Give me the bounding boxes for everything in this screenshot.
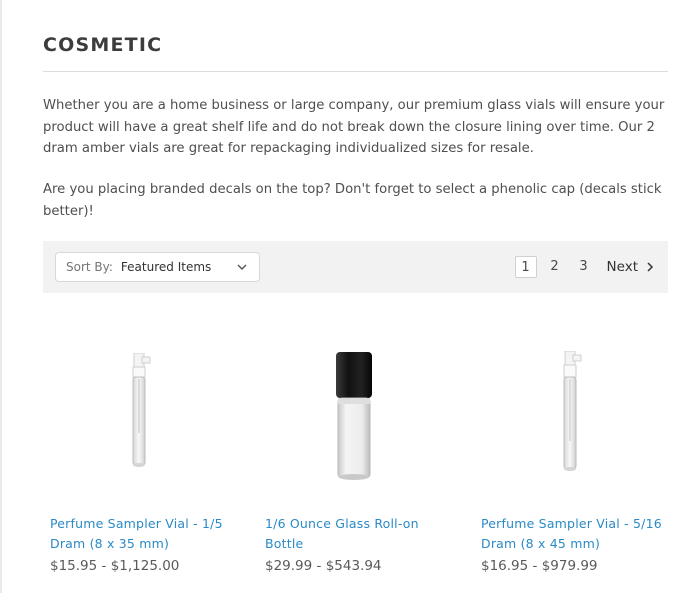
product-image-link[interactable]	[50, 345, 240, 490]
product-price: $16.95 - $979.99	[481, 558, 598, 574]
chevron-right-icon	[647, 262, 654, 272]
roll-on-bottle-image	[336, 352, 372, 480]
page-link-1[interactable]: 1	[514, 256, 537, 278]
next-page-link[interactable]: Next	[607, 259, 656, 275]
product-name-link[interactable]: Perfume Sampler Vial - 5/16 Dram (8 x 45…	[481, 514, 671, 553]
product-image-link[interactable]	[481, 345, 671, 490]
chevron-down-icon	[237, 264, 247, 270]
product-price: $15.95 - $1,125.00	[50, 558, 180, 574]
category-description: Whether you are a home business or large…	[43, 98, 665, 156]
page-link-2[interactable]: 2	[544, 256, 566, 278]
pagination: 1 2 3 Next	[508, 256, 656, 278]
page-link-3[interactable]: 3	[573, 256, 595, 278]
page-title: COSMETIC	[43, 34, 163, 56]
next-label: Next	[606, 259, 638, 275]
sort-select[interactable]: Sort By: Featured Items	[55, 252, 260, 282]
product-price: $29.99 - $543.94	[265, 558, 382, 574]
sort-label: Sort By:	[66, 260, 113, 274]
product-image-link[interactable]	[265, 345, 455, 490]
sort-value: Featured Items	[120, 260, 212, 274]
product-toolbar: Sort By: Featured Items 1 2 3 Next	[43, 241, 668, 293]
product-name-link[interactable]: Perfume Sampler Vial - 1/5 Dram (8 x 35 …	[50, 514, 240, 553]
category-description-note: Are you placing branded decals on the to…	[43, 182, 662, 219]
perfume-vial-image	[132, 353, 151, 467]
product-name-link[interactable]: 1/6 Ounce Glass Roll-on Bottle	[265, 514, 455, 553]
perfume-vial-image	[563, 351, 582, 471]
left-border	[0, 0, 2, 593]
title-divider	[43, 71, 668, 72]
